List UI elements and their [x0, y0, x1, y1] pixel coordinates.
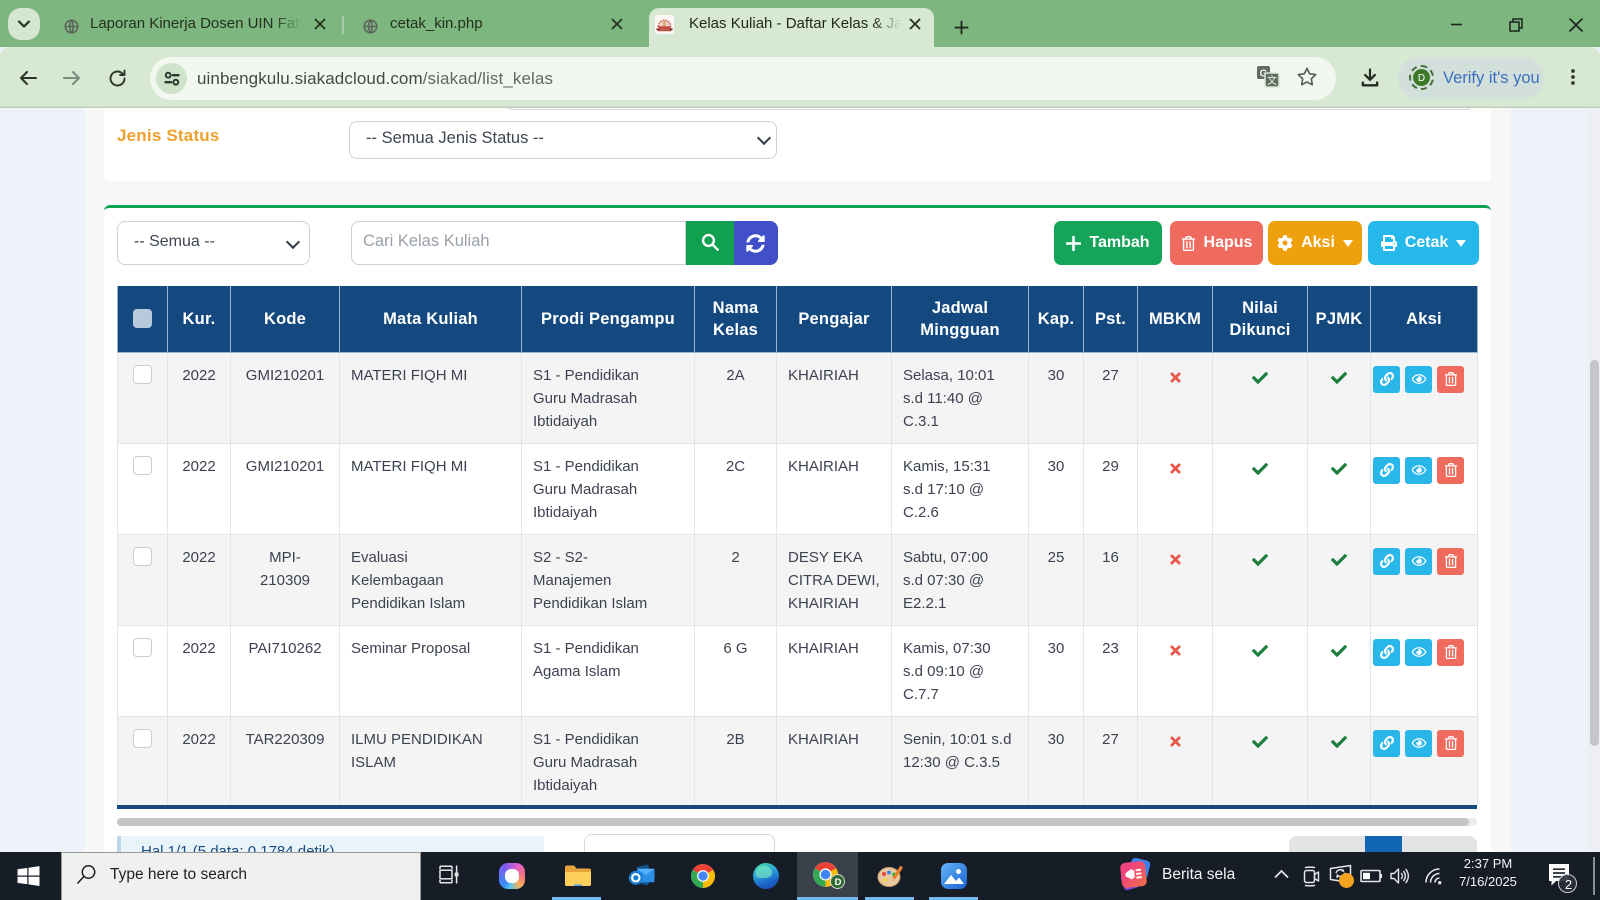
svg-text:文: 文: [1267, 74, 1277, 87]
